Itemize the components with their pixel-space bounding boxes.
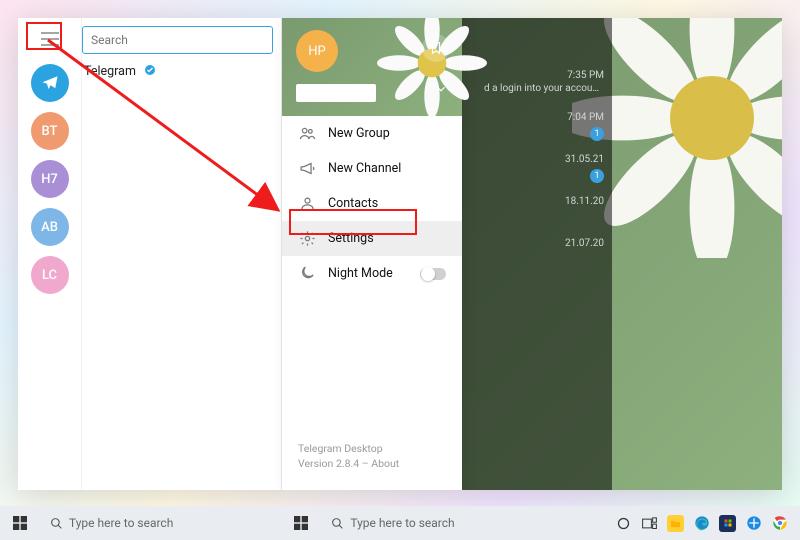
chat-preview-row: 7:04 PM 1: [474, 112, 604, 141]
moon-icon: [298, 265, 316, 282]
chat-snippet: d a login into your account f…: [484, 83, 604, 94]
folder-item[interactable]: H7: [31, 160, 69, 198]
folder-item[interactable]: BT: [31, 112, 69, 150]
verified-icon: [144, 64, 156, 79]
edge-icon[interactable]: [693, 515, 710, 532]
people-icon: [298, 125, 316, 142]
folder-rail: BT H7 AB LC: [18, 18, 82, 490]
search-field[interactable]: [82, 26, 273, 54]
folder-item[interactable]: AB: [31, 208, 69, 246]
chat-row-telegram[interactable]: Telegram: [82, 60, 281, 83]
app-version: Version 2.8.4 – About: [298, 456, 446, 472]
app-icon[interactable]: [745, 515, 762, 532]
folder-item-telegram[interactable]: [31, 64, 69, 102]
account-switcher-chevron-icon[interactable]: [434, 81, 448, 100]
taskbar-search[interactable]: Type here to search: [321, 510, 464, 536]
search-icon: [50, 517, 63, 530]
chat-list-column: Telegram: [82, 18, 282, 490]
app-name: Telegram Desktop: [298, 441, 446, 457]
megaphone-icon: [298, 160, 316, 177]
microsoft-store-icon[interactable]: [719, 515, 736, 532]
menu-header: HP: [282, 18, 462, 116]
telegram-window: BT H7 AB LC Telegram HP: [18, 18, 782, 490]
file-explorer-icon[interactable]: [667, 515, 684, 532]
chat-time: 21.07.20: [565, 238, 604, 249]
main-menu-panel: HP New Group New Channel Contacts Settin…: [282, 18, 462, 490]
system-tray: [615, 515, 794, 532]
night-mode-toggle[interactable]: [420, 268, 446, 280]
search-icon: [331, 517, 344, 530]
chat-time: 7:04 PM: [567, 112, 604, 123]
menu-item-new-group[interactable]: New Group: [282, 116, 462, 151]
task-view-icon[interactable]: [641, 515, 658, 532]
chat-preview-row: 31.05.21 1: [474, 154, 604, 183]
chat-preview-row: 7:35 PM d a login into your account f…: [474, 70, 604, 94]
menu-item-night-mode[interactable]: Night Mode: [282, 256, 462, 291]
chat-preview-row: 21.07.20: [474, 238, 604, 249]
header-flower-decoration: [372, 18, 492, 118]
menu-item-label: New Group: [328, 126, 390, 141]
start-button[interactable]: [6, 509, 34, 537]
start-button[interactable]: [287, 509, 315, 537]
folder-item[interactable]: LC: [31, 256, 69, 294]
profile-avatar[interactable]: HP: [296, 30, 338, 72]
chat-name: Telegram: [84, 64, 136, 79]
menu-footer: Telegram Desktop Version 2.8.4 – About: [282, 441, 462, 491]
chat-background-area: 7:35 PM d a login into your account f… 7…: [462, 18, 782, 490]
chrome-icon[interactable]: [771, 515, 788, 532]
profile-name-redacted: [296, 84, 376, 102]
menu-item-label: Night Mode: [328, 266, 393, 281]
unread-badge: 1: [590, 127, 604, 141]
chat-time: 7:35 PM: [567, 70, 604, 81]
taskbar-search-placeholder: Type here to search: [350, 516, 454, 530]
chat-time: 31.05.21: [565, 154, 604, 165]
menu-item-label: New Channel: [328, 161, 401, 176]
unread-badge: 1: [590, 169, 604, 183]
annotation-box-settings: [289, 209, 417, 235]
menu-item-new-channel[interactable]: New Channel: [282, 151, 462, 186]
taskbar-search[interactable]: Type here to search: [40, 510, 183, 536]
cortana-icon[interactable]: [615, 515, 632, 532]
chat-time: 18.11.20: [565, 196, 604, 207]
chat-preview-row: 18.11.20: [474, 196, 604, 207]
search-input[interactable]: [91, 33, 264, 47]
saved-messages-button[interactable]: [422, 34, 450, 62]
annotation-box-hamburger: [26, 22, 62, 50]
windows-taskbar: Type here to search Type here to search: [0, 506, 800, 540]
taskbar-search-placeholder: Type here to search: [69, 516, 173, 530]
